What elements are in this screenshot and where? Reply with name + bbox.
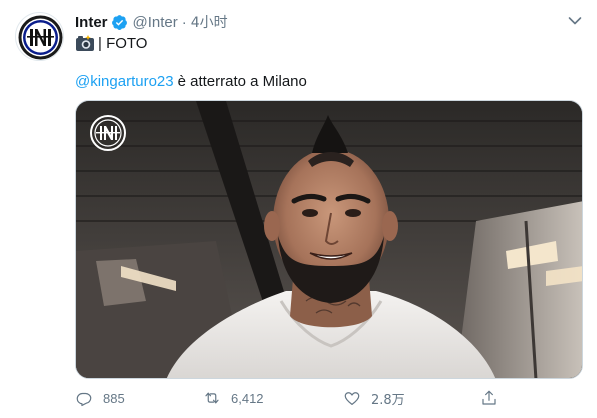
- tweet-text-line-2: @kingarturo23 è atterrato a Milano: [75, 71, 307, 91]
- reply-icon: [76, 392, 92, 407]
- camera-icon: [76, 35, 94, 51]
- chevron-down-icon[interactable]: [566, 12, 584, 30]
- avatar[interactable]: [15, 12, 64, 61]
- tweet-photo[interactable]: [75, 100, 583, 379]
- inter-logo-icon: [18, 15, 63, 60]
- tweet[interactable]: Inter @Inter · 4小时 | FOTO @kingarturo23 …: [0, 0, 597, 418]
- reply-button[interactable]: 885: [75, 386, 125, 410]
- display-name[interactable]: Inter: [75, 14, 108, 31]
- reply-count: 885: [103, 390, 125, 406]
- retweet-button[interactable]: 6,412: [203, 386, 264, 410]
- separator-dot: ·: [181, 13, 187, 31]
- retweet-count: 6,412: [231, 390, 264, 406]
- tweet-actions: 885 6,412 2.8万: [75, 386, 583, 410]
- like-count: 2.8万: [371, 392, 405, 408]
- verified-badge-icon: [111, 14, 128, 31]
- heart-icon: [344, 392, 360, 405]
- retweet-icon: [205, 392, 219, 404]
- photo-image: [76, 101, 582, 378]
- timestamp[interactable]: 4小时: [191, 12, 228, 32]
- tweet-text-body: è atterrato a Milano: [177, 72, 307, 90]
- like-button[interactable]: 2.8万: [343, 386, 405, 410]
- handle[interactable]: @Inter: [133, 14, 178, 31]
- share-button[interactable]: [480, 386, 508, 410]
- tweet-text-foto: | FOTO: [98, 34, 148, 52]
- share-icon: [482, 390, 496, 405]
- mention-link[interactable]: @kingarturo23: [75, 73, 174, 90]
- tweet-text-line-1: | FOTO: [75, 33, 147, 53]
- tweet-header: Inter @Inter · 4小时: [75, 12, 228, 32]
